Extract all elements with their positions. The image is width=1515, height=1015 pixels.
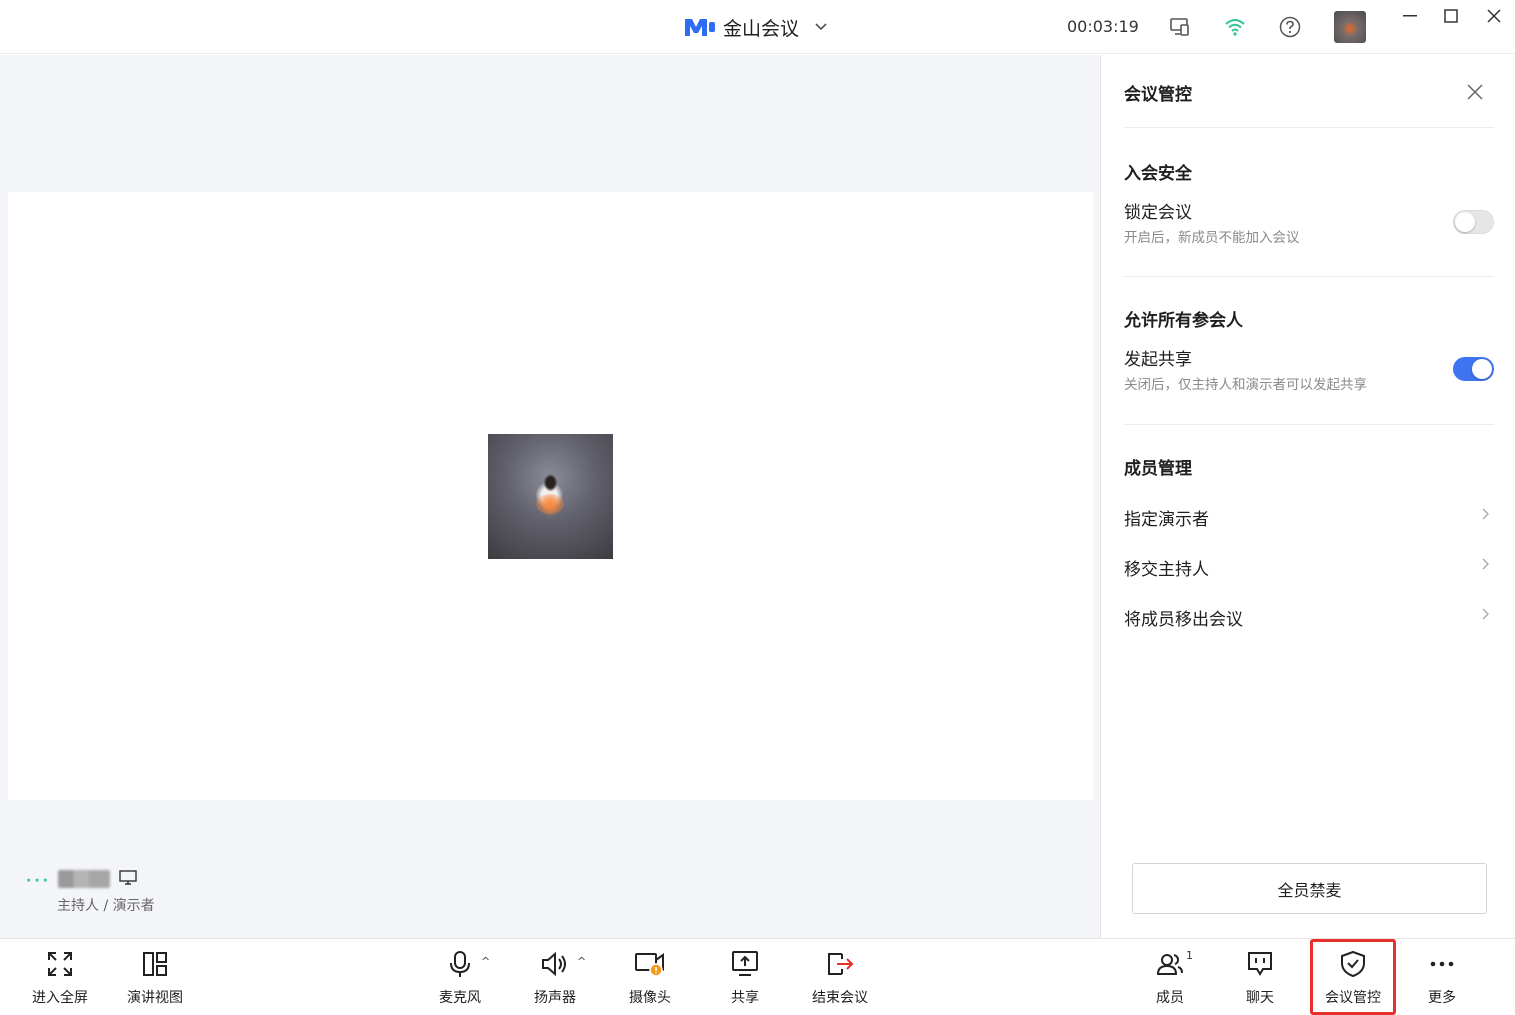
mute-all-button[interactable]: 全员禁麦: [1132, 863, 1487, 914]
chat-label: 聊天: [1246, 990, 1274, 1006]
divider: [1124, 127, 1494, 128]
members-label: 成员: [1156, 990, 1184, 1006]
speaker-label: 扬声器: [534, 990, 576, 1006]
chevron-right-icon: [1482, 608, 1490, 624]
speaker-view-button[interactable]: 演讲视图: [115, 939, 195, 1015]
camera-icon: [610, 949, 690, 979]
speaker-button[interactable]: ^ 扬声器: [515, 939, 595, 1015]
section-heading-permissions: 允许所有参会人: [1124, 311, 1243, 331]
chevron-right-icon: [1482, 508, 1490, 524]
participant-avatar-image: [488, 434, 613, 559]
video-stage: ··· 主持人 / 演示者: [0, 55, 1100, 938]
camera-button[interactable]: 摄像头: [610, 939, 690, 1015]
allow-share-desc: 关闭后，仅主持人和演示者可以发起共享: [1124, 377, 1367, 393]
divider: [1124, 424, 1494, 425]
app-logo-icon: [683, 16, 717, 38]
user-avatar[interactable]: [1334, 11, 1366, 43]
microphone-button[interactable]: ^ 麦克风: [420, 939, 500, 1015]
transfer-host-label: 移交主持人: [1124, 560, 1209, 580]
more-icon: [1402, 949, 1482, 979]
meeting-control-label: 会议管控: [1325, 990, 1381, 1006]
transfer-host-item[interactable]: 移交主持人: [1124, 551, 1494, 581]
section-heading-security: 入会安全: [1124, 164, 1192, 184]
meeting-control-button[interactable]: 会议管控: [1310, 939, 1396, 1015]
minimize-icon[interactable]: [1398, 6, 1422, 26]
device-switch-icon[interactable]: [1168, 15, 1192, 39]
bottom-toolbar: 进入全屏 演讲视图 ^ 麦克风 ^ 扬声器 摄像头 共享 结束会议 1 成员 聊…: [0, 938, 1515, 1015]
chevron-up-icon[interactable]: ^: [481, 955, 490, 968]
allow-share-label: 发起共享: [1124, 350, 1192, 370]
camera-label: 摄像头: [629, 990, 671, 1006]
speaking-indicator: ···: [26, 873, 51, 889]
allow-share-toggle[interactable]: [1453, 357, 1494, 381]
screen-share-status-icon: [119, 870, 137, 890]
section-heading-members: 成员管理: [1124, 459, 1192, 479]
lock-meeting-desc: 开启后，新成员不能加入会议: [1124, 230, 1300, 246]
chat-button[interactable]: 聊天: [1220, 939, 1300, 1015]
divider: [1124, 276, 1494, 277]
meeting-control-panel: 会议管控 入会安全 锁定会议 开启后，新成员不能加入会议 允许所有参会人 发起共…: [1100, 55, 1515, 938]
share-button[interactable]: 共享: [705, 939, 785, 1015]
members-button[interactable]: 1 成员: [1130, 939, 1210, 1015]
panel-title: 会议管控: [1124, 85, 1192, 105]
share-screen-icon: [705, 949, 785, 979]
maximize-icon[interactable]: [1439, 6, 1463, 26]
end-meeting-button[interactable]: 结束会议: [800, 939, 880, 1015]
participant-role: 主持人 / 演示者: [57, 898, 155, 914]
chevron-right-icon: [1482, 558, 1490, 574]
fullscreen-button[interactable]: 进入全屏: [20, 939, 100, 1015]
app-title: 金山会议: [723, 17, 800, 40]
participant-name-redacted: [58, 870, 110, 888]
end-meeting-label: 结束会议: [812, 990, 868, 1006]
remove-member-label: 将成员移出会议: [1124, 610, 1243, 630]
app-brand-dropdown[interactable]: 金山会议: [683, 12, 827, 42]
share-label: 共享: [731, 990, 759, 1006]
shield-check-icon: [1310, 949, 1396, 979]
assign-presenter-item[interactable]: 指定演示者: [1124, 501, 1494, 531]
more-label: 更多: [1428, 990, 1456, 1006]
title-bar: 金山会议 00:03:19: [0, 0, 1515, 54]
speaker-view-label: 演讲视图: [127, 990, 183, 1006]
chat-icon: [1220, 949, 1300, 979]
meeting-timer: 00:03:19: [1067, 17, 1139, 36]
fullscreen-icon: [20, 949, 100, 979]
leave-meeting-icon: [800, 949, 880, 979]
chevron-down-icon[interactable]: [815, 20, 827, 34]
layout-icon: [115, 949, 195, 979]
lock-meeting-label: 锁定会议: [1124, 203, 1192, 223]
assign-presenter-label: 指定演示者: [1124, 510, 1209, 530]
wifi-signal-icon: [1223, 15, 1247, 39]
help-icon[interactable]: [1278, 15, 1302, 39]
chevron-up-icon[interactable]: ^: [577, 955, 586, 968]
fullscreen-label: 进入全屏: [32, 990, 88, 1006]
close-window-icon[interactable]: [1482, 6, 1506, 26]
more-button[interactable]: 更多: [1402, 939, 1482, 1015]
remove-member-item[interactable]: 将成员移出会议: [1124, 601, 1494, 631]
members-icon: [1130, 949, 1210, 979]
members-count-badge: 1: [1186, 949, 1193, 962]
microphone-label: 麦克风: [439, 990, 481, 1006]
participant-video-tile[interactable]: ··· 主持人 / 演示者: [8, 192, 1093, 914]
close-icon[interactable]: [1465, 82, 1485, 102]
lock-meeting-toggle[interactable]: [1453, 210, 1494, 234]
